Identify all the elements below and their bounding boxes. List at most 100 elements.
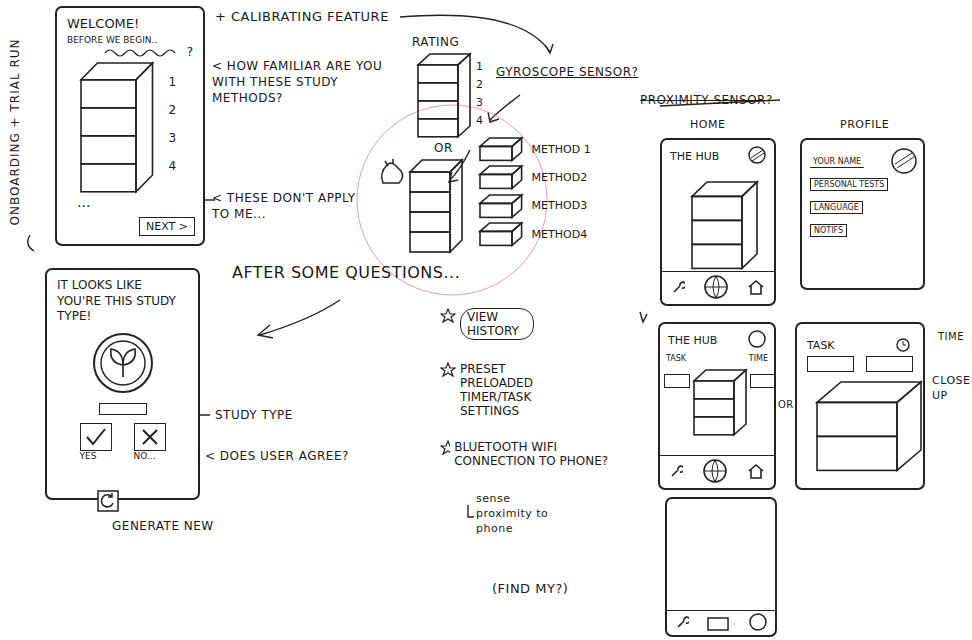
cube-icon[interactable] bbox=[706, 613, 732, 631]
yes-button[interactable]: YES bbox=[80, 423, 112, 461]
nav-bar bbox=[662, 271, 774, 300]
rating-number[interactable]: 3 bbox=[169, 131, 177, 159]
leaf-icon bbox=[91, 331, 155, 395]
nav-bar bbox=[667, 610, 775, 631]
no-button[interactable]: NO... bbox=[134, 423, 166, 461]
closeup-screen: TASK bbox=[795, 322, 925, 490]
wrench-icon[interactable] bbox=[669, 464, 683, 478]
find-my-note: (FIND MY?) bbox=[492, 580, 568, 598]
rating-number: 4 bbox=[476, 114, 483, 132]
stack-icon bbox=[690, 180, 759, 270]
stack-icon bbox=[416, 52, 472, 139]
side-label: ONBOARDING + TRIAL RUN bbox=[8, 27, 22, 237]
familiar-note: < HOW FAMILIAR ARE YOU WITH THESE STUDY … bbox=[212, 58, 392, 107]
agree-note: < DOES USER AGREE? bbox=[205, 448, 349, 464]
not-apply-note: < THESE DON'T APPLY TO ME... bbox=[212, 190, 357, 222]
feature-item: PRESET PRELOADED TIMER/TASK SETTINGS bbox=[440, 362, 620, 418]
home-screen: THE HUB bbox=[660, 138, 776, 306]
time-note: TIME bbox=[938, 330, 964, 344]
sketch-canvas: ONBOARDING + TRIAL RUN WELCOME! BEFORE W… bbox=[0, 0, 972, 640]
time-box[interactable] bbox=[750, 374, 776, 388]
feature-item: VIEW HISTORY bbox=[440, 308, 620, 340]
cube-icon bbox=[478, 221, 524, 247]
profile-field[interactable]: NOTIFS bbox=[810, 224, 847, 237]
check-icon bbox=[84, 427, 108, 447]
welcome-title: WELCOME! bbox=[67, 16, 193, 31]
method-stack[interactable] bbox=[408, 158, 464, 258]
star-icon bbox=[440, 440, 450, 456]
ellipsis: ... bbox=[77, 194, 193, 210]
rating-stack: 1234 bbox=[416, 52, 483, 139]
wrench-icon[interactable] bbox=[675, 615, 689, 629]
rating-numbers: 1234 bbox=[169, 61, 177, 194]
nav-bar bbox=[660, 455, 774, 484]
generate-note: GENERATE NEW bbox=[112, 518, 214, 534]
question-row: ? bbox=[67, 45, 193, 59]
globe-icon[interactable] bbox=[703, 274, 729, 300]
stack-icon bbox=[408, 158, 464, 254]
house-icon[interactable] bbox=[747, 463, 765, 479]
time-box[interactable] bbox=[866, 356, 913, 372]
result-screen: IT LOOKS LIKE YOU'RE THIS STUDY TYPE! YE… bbox=[45, 268, 200, 500]
house-icon[interactable] bbox=[747, 279, 765, 295]
wrench-icon[interactable] bbox=[671, 280, 685, 294]
time-label: TIME bbox=[749, 354, 768, 363]
profile-label: PROFILE bbox=[840, 118, 889, 133]
avatar-icon[interactable] bbox=[749, 613, 767, 631]
rating-number: 2 bbox=[476, 78, 483, 96]
or-label: OR bbox=[778, 398, 794, 412]
task-box[interactable] bbox=[807, 356, 854, 372]
feature-item: BLUETOOTH WIFI CONNECTION TO PHONE? bbox=[440, 440, 620, 468]
cube-icon bbox=[478, 193, 524, 219]
after-questions-note: AFTER SOME QUESTIONS... bbox=[232, 262, 460, 284]
study-type-box bbox=[99, 403, 147, 415]
rating-label: RATING bbox=[412, 34, 459, 50]
profile-field[interactable]: LANGUAGE bbox=[810, 201, 863, 214]
proximity-note: PROXIMITY SENSOR? bbox=[640, 92, 773, 108]
next-button[interactable]: NEXT > bbox=[139, 217, 195, 236]
study-type-note: STUDY TYPE bbox=[215, 407, 293, 423]
stack-icon bbox=[692, 368, 748, 437]
scribble-icon bbox=[103, 47, 183, 57]
feature-list: VIEW HISTORY PRESET PRELOADED TIMER/TASK… bbox=[440, 308, 620, 468]
rating-number[interactable]: 4 bbox=[169, 159, 177, 187]
cross-icon bbox=[140, 427, 160, 447]
method-item[interactable]: METHOD2 bbox=[478, 164, 591, 190]
method-item[interactable]: METHOD 1 bbox=[478, 136, 591, 162]
stack-icon bbox=[815, 380, 923, 472]
cube-icon bbox=[478, 136, 524, 162]
method-list: METHOD 1 METHOD2 METHOD3 METHOD4 bbox=[478, 136, 591, 248]
method-item[interactable]: METHOD4 bbox=[478, 221, 591, 247]
task-time-row: TASK TIME bbox=[666, 354, 768, 363]
welcome-screen: WELCOME! BEFORE WE BEGIN.. ? 1234 ... NE… bbox=[55, 6, 205, 246]
globe-icon[interactable] bbox=[702, 458, 728, 484]
home-label: HOME bbox=[690, 118, 725, 133]
stack-icon bbox=[79, 61, 155, 194]
profile-screen: YOUR NAME PERSONAL TESTS LANGUAGE NOTIFS bbox=[800, 138, 925, 290]
task-box[interactable] bbox=[664, 374, 690, 388]
hub-title: THE HUB bbox=[668, 334, 717, 347]
result-title: IT LOOKS LIKE YOU'RE THIS STUDY TYPE! bbox=[57, 278, 188, 325]
hand-icon bbox=[378, 158, 408, 188]
rating-stack[interactable]: 1234 bbox=[79, 61, 193, 194]
profile-field[interactable]: PERSONAL TESTS bbox=[810, 178, 888, 191]
gyroscope-note: GYROSCOPE SENSOR? bbox=[496, 64, 638, 80]
hub-title: THE HUB bbox=[670, 150, 719, 163]
calibrating-title: + CALIBRATING FEATURE bbox=[215, 8, 389, 26]
star-icon bbox=[440, 308, 456, 324]
rating-number[interactable]: 2 bbox=[169, 103, 177, 131]
avatar-icon[interactable] bbox=[748, 146, 766, 164]
regenerate-icon[interactable] bbox=[97, 490, 119, 512]
rating-numbers: 1234 bbox=[476, 52, 483, 139]
avatar-icon[interactable] bbox=[748, 330, 766, 348]
profile-fields: YOUR NAME PERSONAL TESTS LANGUAGE NOTIFS bbox=[810, 156, 915, 237]
cube-icon bbox=[478, 164, 524, 190]
star-icon bbox=[440, 362, 456, 378]
method-item[interactable]: METHOD3 bbox=[478, 193, 591, 219]
hub-task-screen: THE HUB TASK TIME bbox=[658, 322, 776, 490]
avatar-icon[interactable] bbox=[891, 148, 917, 174]
profile-field[interactable]: YOUR NAME bbox=[810, 156, 864, 168]
rating-number[interactable]: 1 bbox=[169, 75, 177, 103]
proximity-detail: sense proximity to phone bbox=[476, 492, 551, 537]
closeup-label: CLOSE UP bbox=[932, 374, 970, 404]
